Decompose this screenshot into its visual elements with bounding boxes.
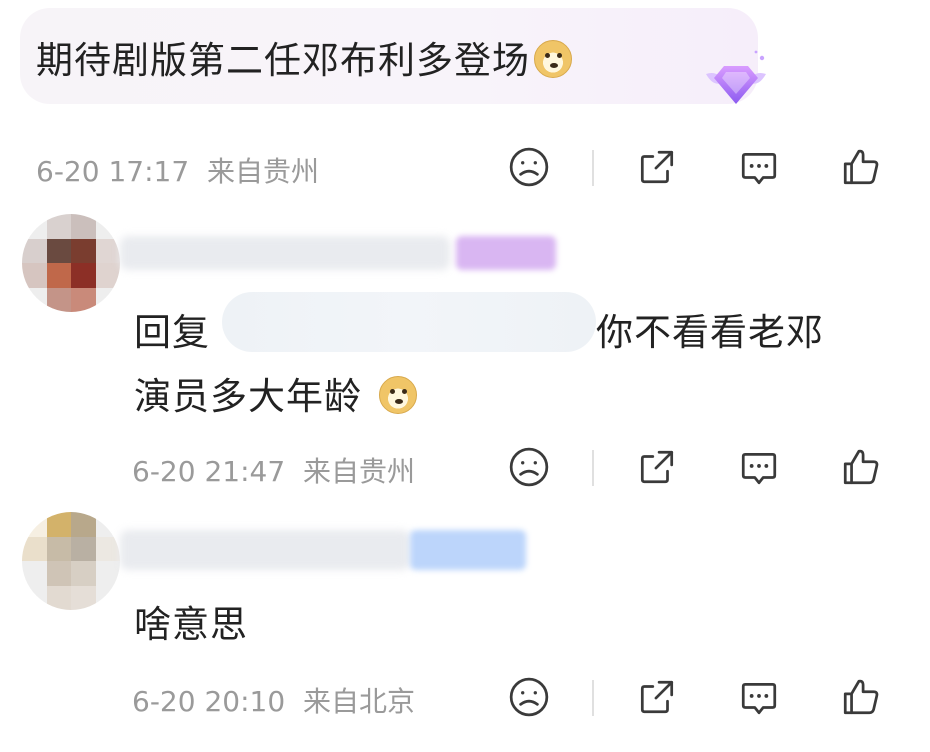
reply-date: 6-20 20:10 [132, 685, 286, 718]
reply-location: 来自北京 [302, 685, 415, 718]
doge-icon [534, 40, 572, 78]
reply-date: 6-20 21:47 [132, 455, 286, 488]
share-button[interactable] [634, 674, 680, 720]
comment-location: 来自贵州 [206, 155, 319, 188]
like-button[interactable] [838, 144, 884, 190]
reply-text: 啥意思 [134, 603, 248, 646]
sad-face-icon [509, 447, 549, 487]
mentioned-user[interactable] [222, 292, 596, 352]
avatar[interactable] [22, 512, 120, 610]
reply-text-line1-tail: 你不看看老邓 [596, 311, 824, 354]
like-button[interactable] [838, 444, 884, 490]
reply-location: 来自贵州 [302, 455, 415, 488]
avatar[interactable] [22, 214, 120, 312]
username[interactable] [120, 236, 576, 270]
reply-prefix: 回复 [134, 311, 210, 354]
like-button[interactable] [838, 674, 884, 720]
meta-divider [592, 450, 594, 486]
meta-divider [592, 150, 594, 186]
sad-face-icon [509, 147, 549, 187]
reply-meta: 6-20 20:10 来自北京 [132, 680, 415, 720]
share-icon [640, 680, 674, 714]
diamond-badge-icon [706, 50, 766, 104]
comment-icon [741, 453, 777, 485]
comment-text: 期待剧版第二任邓布利多登场 [36, 39, 530, 82]
dislike-button[interactable] [506, 674, 552, 720]
thumbs-up-icon [843, 449, 879, 485]
share-button[interactable] [634, 444, 680, 490]
thumbs-up-icon [843, 679, 879, 715]
comment-meta: 6-20 17:17 来自贵州 [36, 150, 319, 190]
reply-text-line1: 回复 [134, 302, 210, 356]
comment-date: 6-20 17:17 [36, 155, 190, 188]
sad-face-icon [509, 677, 549, 717]
dislike-button[interactable] [506, 444, 552, 490]
reply-button[interactable] [736, 444, 782, 490]
reply-button[interactable] [736, 144, 782, 190]
username[interactable] [120, 530, 530, 570]
comment-icon [741, 683, 777, 715]
doge-icon [378, 376, 417, 414]
comment-text-row: 期待剧版第二任邓布利多登场 [36, 30, 572, 84]
reply-meta: 6-20 21:47 来自贵州 [132, 450, 415, 490]
comment-icon [741, 153, 777, 185]
share-icon [640, 150, 674, 184]
thumbs-up-icon [843, 149, 879, 185]
reply-button[interactable] [736, 674, 782, 720]
share-button[interactable] [634, 144, 680, 190]
meta-divider [592, 680, 594, 716]
share-icon [640, 450, 674, 484]
dislike-button[interactable] [506, 144, 552, 190]
reply-text-line2: 演员多大年龄 [134, 366, 417, 420]
